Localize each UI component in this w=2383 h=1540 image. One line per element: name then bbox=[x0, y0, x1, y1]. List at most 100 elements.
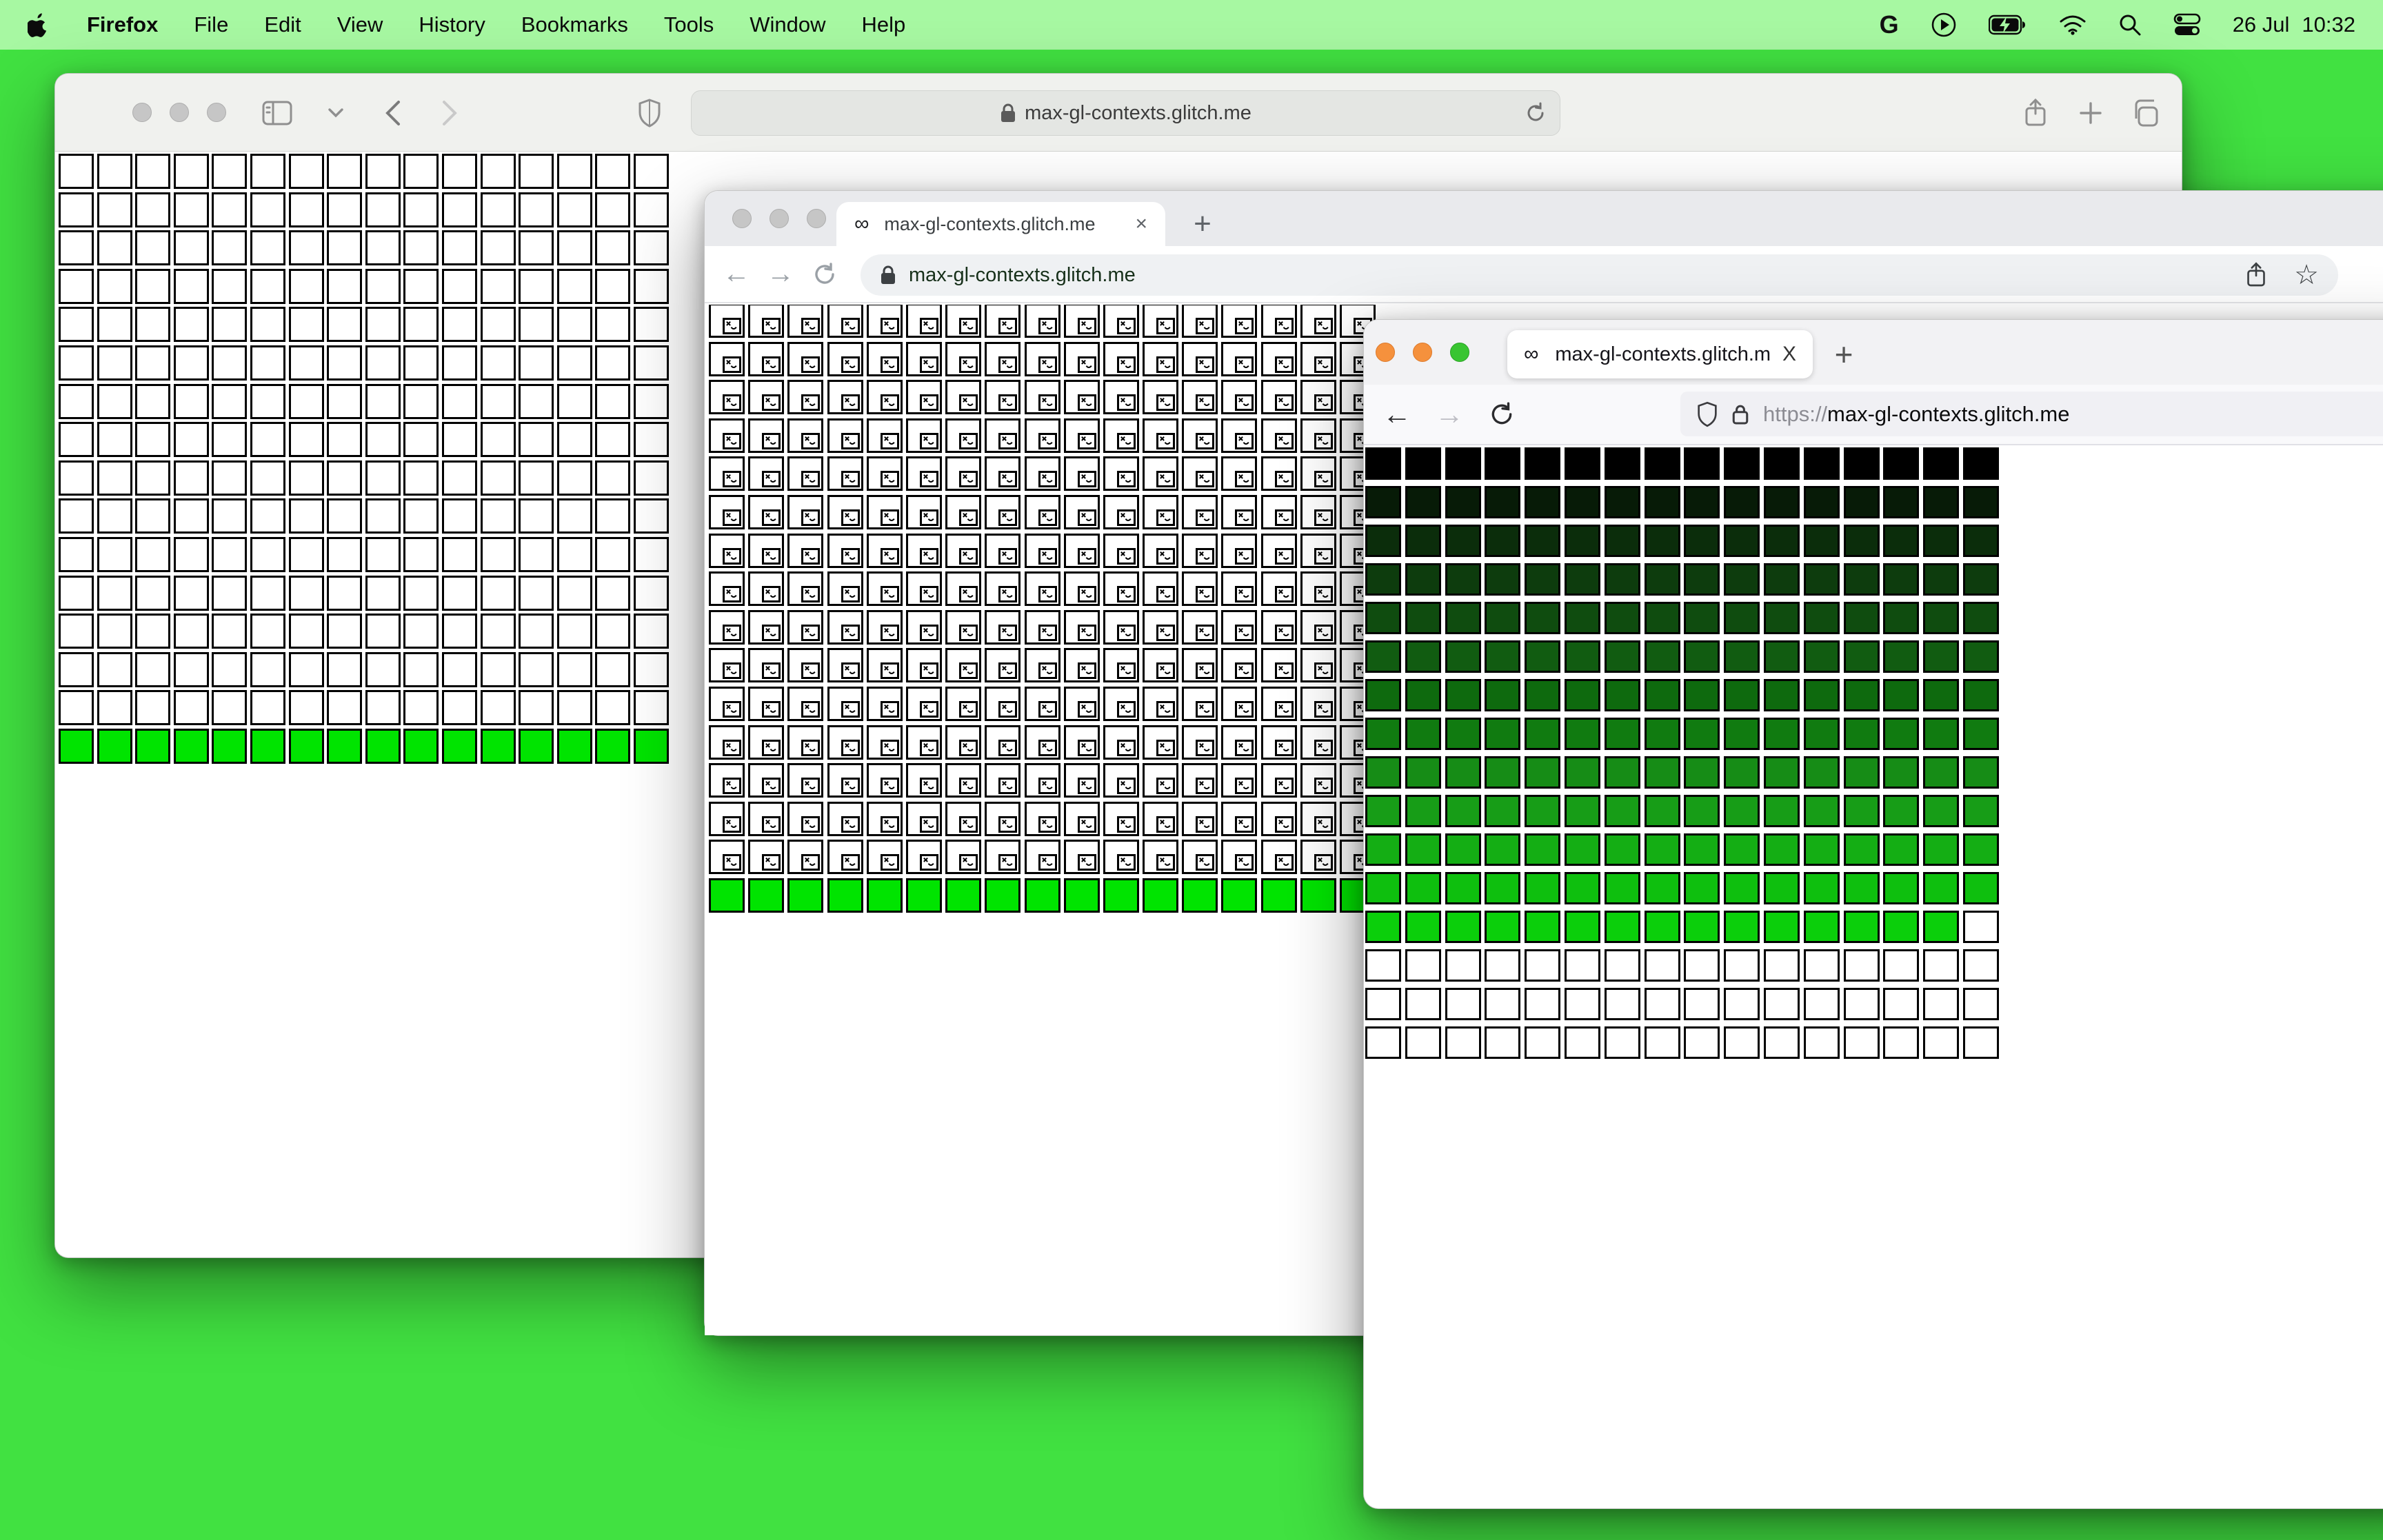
back-button[interactable]: ← bbox=[1371, 398, 1423, 431]
gl-canvas-cell bbox=[441, 192, 477, 227]
broken-image-icon bbox=[841, 509, 860, 526]
wifi-icon[interactable] bbox=[2059, 14, 2087, 35]
forward-button[interactable]: → bbox=[758, 259, 803, 290]
zoom-window-button[interactable] bbox=[207, 103, 226, 122]
broken-image-icon bbox=[1116, 547, 1136, 565]
control-center-icon[interactable] bbox=[2173, 13, 2201, 37]
gl-canvas-cell bbox=[480, 728, 516, 764]
forward-button[interactable]: → bbox=[1423, 398, 1476, 431]
zoom-window-button[interactable] bbox=[807, 209, 826, 228]
apple-menu-icon[interactable] bbox=[28, 11, 51, 39]
back-button[interactable]: ← bbox=[714, 259, 758, 290]
menubar-item-help[interactable]: Help bbox=[862, 12, 906, 37]
menubar-item-bookmarks[interactable]: Bookmarks bbox=[521, 12, 628, 37]
gl-canvas-cell bbox=[1883, 949, 1920, 982]
minimize-window-button[interactable] bbox=[170, 103, 189, 122]
share-icon[interactable] bbox=[2024, 74, 2047, 152]
gl-canvas-cell bbox=[1684, 911, 1720, 943]
safari-window-controls[interactable] bbox=[132, 103, 226, 122]
gl-canvas-cell bbox=[97, 345, 132, 381]
play-icon[interactable] bbox=[1931, 12, 1957, 38]
gl-canvas-cell bbox=[748, 763, 785, 798]
address-bar[interactable]: max-gl-contexts.glitch.me bbox=[691, 90, 1560, 136]
menubar-date[interactable]: 26 Jul bbox=[2233, 12, 2290, 37]
gl-canvas-cell bbox=[1604, 718, 1640, 750]
reload-button[interactable] bbox=[1476, 401, 1528, 427]
menubar-time[interactable]: 10:32 bbox=[2302, 12, 2355, 37]
close-window-button[interactable] bbox=[132, 103, 152, 122]
close-window-button[interactable] bbox=[732, 209, 752, 228]
new-tab-button[interactable]: + bbox=[1183, 205, 1222, 243]
menubar-item-file[interactable]: File bbox=[194, 12, 228, 37]
gl-canvas-cell bbox=[173, 383, 209, 419]
gl-canvas-cell bbox=[365, 728, 401, 764]
gl-canvas-cell bbox=[787, 801, 824, 836]
back-button[interactable] bbox=[385, 74, 401, 152]
chrome-window-controls[interactable] bbox=[732, 209, 826, 228]
lock-icon bbox=[1000, 103, 1016, 123]
gl-canvas-cell bbox=[1803, 949, 1840, 982]
spotlight-search-icon[interactable] bbox=[2118, 13, 2142, 37]
privacy-shield-icon[interactable] bbox=[638, 74, 661, 152]
broken-image-icon bbox=[801, 739, 821, 756]
bookmark-star-icon[interactable]: ☆ bbox=[2294, 259, 2319, 291]
gl-canvas-cell bbox=[212, 422, 248, 458]
menubar-item-edit[interactable]: Edit bbox=[264, 12, 301, 37]
gl-canvas-cell bbox=[59, 575, 94, 611]
forward-button[interactable] bbox=[441, 74, 458, 152]
address-bar[interactable]: https://max-gl-contexts.glitch.me bbox=[1680, 392, 2383, 436]
menubar-item-view[interactable]: View bbox=[337, 12, 383, 37]
address-bar[interactable]: max-gl-contexts.glitch.me ☆ bbox=[861, 254, 2338, 296]
gl-canvas-cell bbox=[480, 154, 516, 189]
broken-image-icon bbox=[998, 394, 1018, 412]
menubar-app-name[interactable]: Firefox bbox=[87, 12, 158, 37]
broken-image-icon bbox=[919, 739, 938, 756]
gl-canvas-cell bbox=[945, 763, 982, 798]
gl-canvas-cell bbox=[1684, 872, 1720, 904]
close-window-button[interactable] bbox=[1376, 343, 1395, 362]
menubar-item-history[interactable]: History bbox=[419, 12, 485, 37]
gl-canvas-cell bbox=[1365, 563, 1401, 596]
gl-canvas-cell bbox=[1883, 718, 1920, 750]
battery-charging-icon[interactable] bbox=[1988, 14, 2027, 35]
new-tab-button[interactable] bbox=[2079, 74, 2102, 152]
broken-image-icon bbox=[723, 318, 741, 334]
zoom-window-button[interactable] bbox=[1450, 343, 1469, 362]
gl-canvas-cell bbox=[866, 341, 903, 376]
reload-icon[interactable] bbox=[1525, 102, 1546, 124]
google-icon[interactable]: G bbox=[1880, 10, 1899, 39]
lock-icon[interactable] bbox=[1731, 403, 1749, 426]
firefox-window-controls[interactable] bbox=[1376, 343, 1469, 362]
gl-canvas-cell bbox=[1644, 640, 1680, 673]
minimize-window-button[interactable] bbox=[1413, 343, 1432, 362]
tab-overview-icon[interactable] bbox=[2131, 74, 2160, 152]
menubar-item-tools[interactable]: Tools bbox=[664, 12, 714, 37]
broken-image-icon bbox=[998, 547, 1018, 565]
gl-canvas-cell bbox=[1405, 756, 1441, 789]
menubar-item-window[interactable]: Window bbox=[750, 12, 825, 37]
tracking-shield-icon[interactable] bbox=[1697, 401, 1718, 427]
gl-canvas-cell bbox=[1063, 801, 1100, 836]
gl-canvas-cell bbox=[1365, 525, 1401, 557]
firefox-navigation-bar: ← → https://max-gl-contexts.glitch.me bbox=[1364, 385, 2383, 445]
close-tab-icon[interactable]: X bbox=[1782, 343, 1796, 366]
gl-canvas-cell bbox=[173, 422, 209, 458]
gl-canvas-cell bbox=[173, 230, 209, 266]
gl-canvas-cell bbox=[1724, 640, 1760, 673]
broken-image-icon bbox=[1038, 318, 1057, 334]
infinity-favicon: ∞ bbox=[1524, 343, 1539, 365]
new-tab-button[interactable]: + bbox=[1824, 335, 1863, 374]
minimize-window-button[interactable] bbox=[770, 209, 789, 228]
gl-canvas-cell bbox=[327, 728, 363, 764]
gl-canvas-cell bbox=[1405, 718, 1441, 750]
gl-canvas-cell bbox=[135, 345, 171, 381]
gl-canvas-cell bbox=[556, 614, 592, 649]
sidebar-icon[interactable] bbox=[262, 74, 292, 152]
chrome-active-tab[interactable]: ∞ max-gl-contexts.glitch.me × bbox=[836, 202, 1165, 246]
share-icon[interactable] bbox=[2246, 262, 2266, 288]
reload-button[interactable] bbox=[803, 262, 847, 287]
firefox-active-tab[interactable]: ∞ max-gl-contexts.glitch.me/ X bbox=[1507, 330, 1813, 378]
close-tab-icon[interactable]: × bbox=[1135, 212, 1147, 236]
chevron-down-icon[interactable] bbox=[328, 74, 344, 152]
gl-canvas-cell bbox=[1445, 833, 1481, 866]
